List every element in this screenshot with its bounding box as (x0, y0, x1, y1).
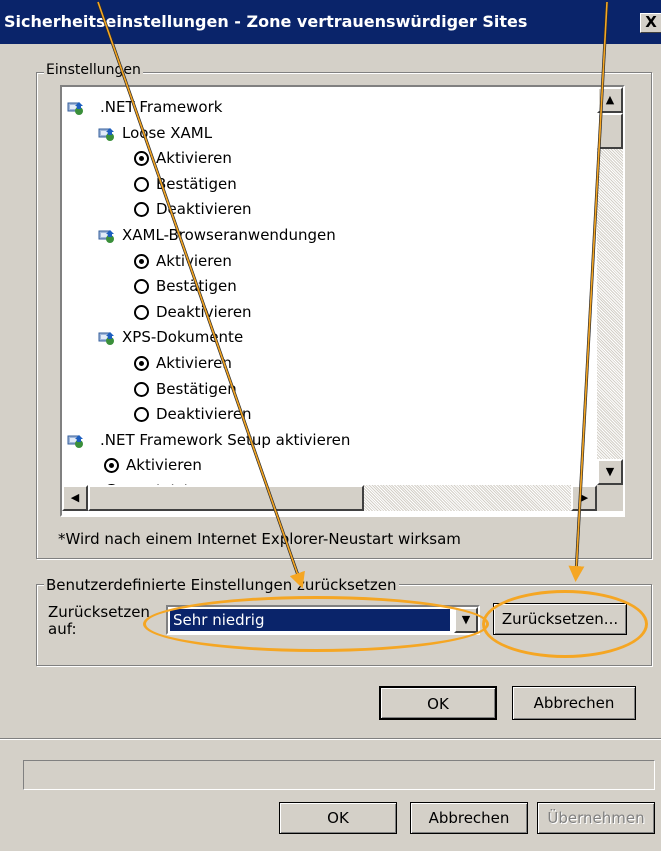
annotation-arrow-right (568, 1, 608, 582)
annotation-arrows (96, 1, 609, 589)
annotation-arrow-left (97, 1, 305, 589)
